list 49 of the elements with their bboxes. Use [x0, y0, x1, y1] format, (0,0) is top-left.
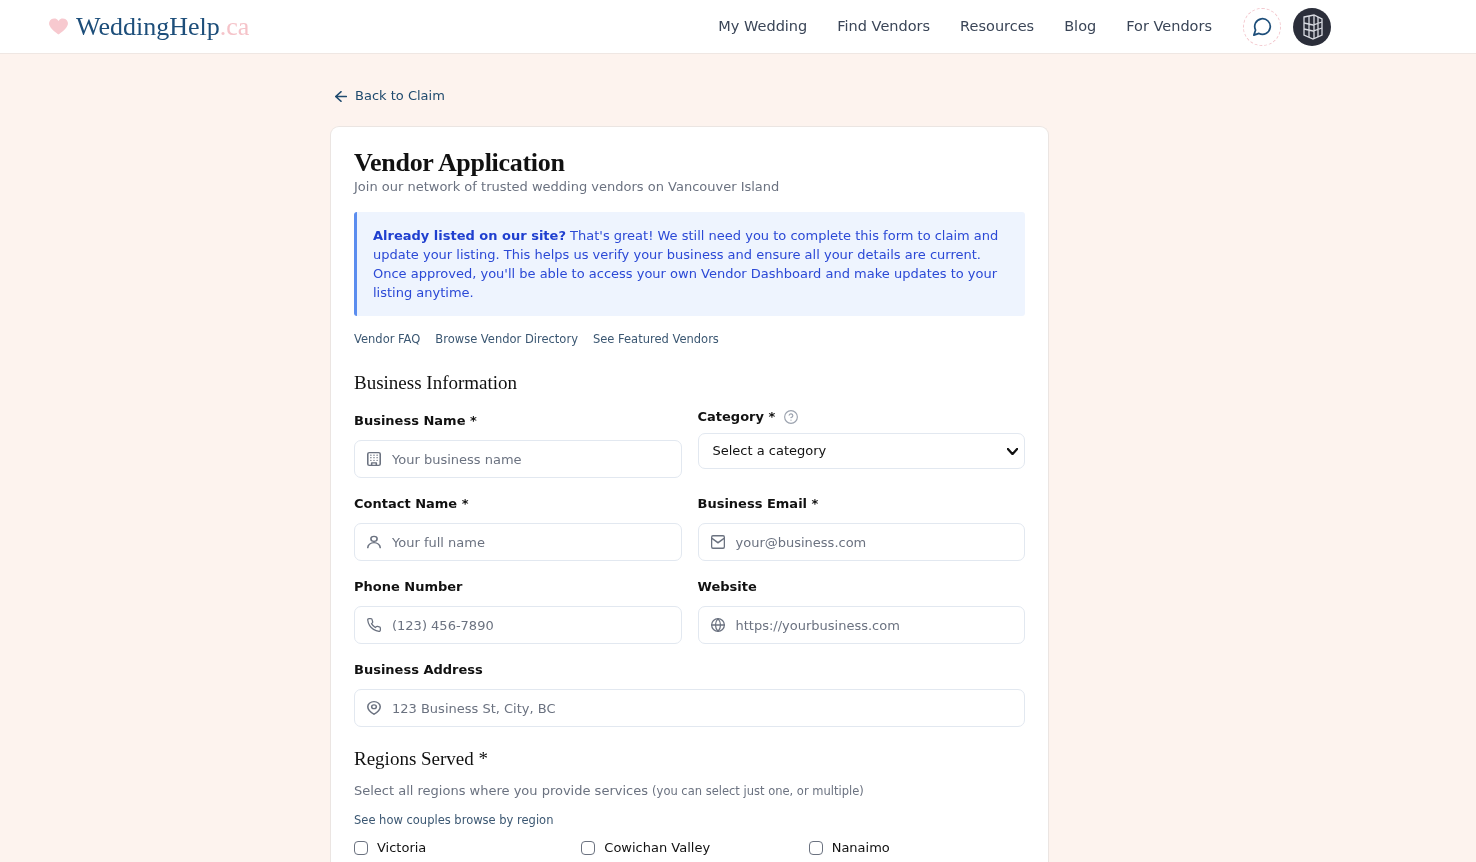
nav-link[interactable]: Blog: [1064, 15, 1097, 38]
nav-link[interactable]: Find Vendors: [837, 15, 931, 38]
phone-field[interactable]: (123) 456-7890: [354, 606, 682, 644]
building-icon: [367, 452, 381, 466]
region-link[interactable]: See how couples browse by region: [354, 812, 554, 828]
chevron-down-icon: [1007, 447, 1018, 455]
chat-bubble-icon: [1252, 17, 1272, 36]
field-label: Website: [697, 578, 757, 596]
field-label: Business Email *: [697, 495, 819, 513]
section-title: Regions Served *: [354, 748, 490, 770]
region-checkbox[interactable]: [354, 841, 368, 855]
help-link[interactable]: Browse Vendor Directory: [435, 331, 578, 347]
field-label: Phone Number: [354, 578, 463, 596]
region-instructions: Select all regions where you provide services (you can select just one, or multiple): [354, 782, 865, 800]
email-field[interactable]: your@business.com: [697, 523, 1025, 561]
envelope-icon: [710, 535, 725, 549]
business-name-field[interactable]: Your business name: [354, 440, 682, 478]
site-logo-text[interactable]: WeddingHelp.ca: [76, 13, 250, 40]
globe-icon: [710, 618, 725, 632]
contact-name-field[interactable]: Your full name: [354, 523, 682, 561]
arrow-left-icon: [335, 90, 347, 102]
region-label: Cowichan Valley: [604, 839, 711, 857]
phone-icon: [367, 618, 381, 632]
field-label: Business Address: [354, 661, 483, 679]
field-label: Contact Name *: [354, 495, 469, 513]
region-checkbox[interactable]: [581, 841, 596, 855]
section-title: Business Information: [354, 372, 519, 394]
field-label: Category *: [697, 408, 776, 426]
info-notice: Already listed on our site? That's great! We still need you to complete this form to claim and update your listing. This helps us verify your business and ensure all your details are current. Once approved, you'll be able to access your own Vendor Dashboard and make updates to your listing anytime.: [354, 212, 1025, 316]
region-label: Victoria: [377, 839, 427, 857]
nav-link[interactable]: Resources: [960, 15, 1035, 38]
chat-button[interactable]: [1243, 7, 1281, 46]
avatar-icon[interactable]: [1293, 7, 1331, 46]
category-select[interactable]: Select a category: [697, 433, 1025, 469]
nav-link[interactable]: My Wedding: [718, 15, 808, 38]
nav-link[interactable]: For Vendors: [1126, 15, 1212, 38]
region-label: Nanaimo: [831, 839, 890, 857]
field-label: Business Name *: [354, 412, 477, 430]
form-subtitle: Join our network of trusted wedding vendors on Vancouver Island: [354, 178, 781, 196]
website-field[interactable]: https://yourbusiness.com: [697, 606, 1025, 644]
map-pin-icon: [367, 701, 381, 715]
person-icon: [367, 535, 381, 549]
form-title: Vendor Application: [354, 147, 566, 178]
help-link[interactable]: See Featured Vendors: [592, 331, 719, 347]
address-field[interactable]: 123 Business St, City, BC: [354, 689, 1025, 727]
back-link[interactable]: Back to Claim: [335, 86, 445, 106]
region-checkbox[interactable]: [808, 841, 823, 855]
help-link[interactable]: Vendor FAQ: [354, 331, 421, 347]
heart-icon: [49, 18, 68, 35]
